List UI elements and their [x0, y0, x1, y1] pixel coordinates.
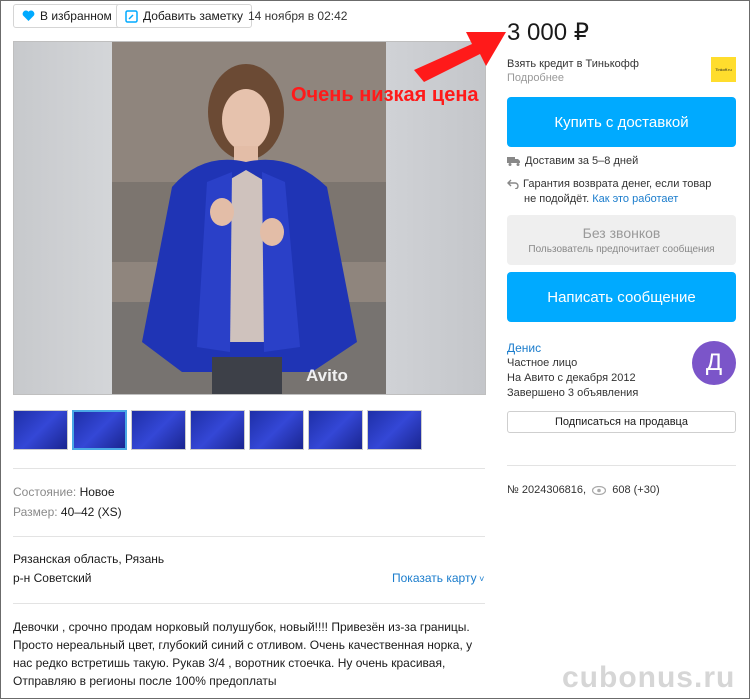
subscribe-seller-button[interactable]: Подписаться на продавца	[507, 411, 736, 433]
seller-since: На Авито с декабря 2012	[507, 372, 636, 384]
thumbnail[interactable]	[308, 410, 363, 450]
buy-with-delivery-button[interactable]: Купить с доставкой	[507, 97, 736, 147]
no-calls-subtitle: Пользователь предпочитает сообщения	[528, 244, 715, 255]
no-calls-title: Без звонков	[582, 225, 661, 241]
thumbnail[interactable]	[131, 410, 186, 450]
size-value: 40–42 (XS)	[60, 505, 122, 519]
credit-more-link[interactable]: Подробнее	[507, 72, 564, 84]
divider	[13, 603, 485, 604]
note-icon	[125, 9, 138, 23]
add-note-button[interactable]: Добавить заметку	[116, 4, 252, 28]
favorite-button[interactable]: В избранном	[13, 4, 121, 28]
write-message-button[interactable]: Написать сообщение	[507, 272, 736, 322]
condition-label: Состояние:	[13, 485, 77, 499]
description-line: Девочки , срочно продам норковый полушуб…	[13, 620, 470, 634]
location-district: р-н Советский	[13, 571, 92, 585]
description: Девочки , срочно продам норковый полушуб…	[13, 618, 488, 690]
chevron-down-icon: ˅	[476, 574, 485, 584]
return-arrow-icon	[507, 179, 519, 190]
divider	[13, 468, 485, 469]
seller-type: Частное лицо	[507, 357, 578, 369]
view-count: 608 (+30)	[612, 484, 660, 496]
post-date: 14 ноября в 02:42	[248, 9, 348, 23]
avito-watermark: Avito	[306, 366, 348, 385]
price: 3 000 ₽	[507, 19, 589, 46]
description-line: Отправляю в регионы после 100% предоплат…	[13, 674, 277, 688]
description-line: нас редко встретишь такую. Рукав 3/4 , в…	[13, 656, 446, 670]
show-map-label: Показать карту	[392, 571, 477, 585]
delivery-text: Доставим за 5–8 дней	[525, 155, 639, 167]
heart-icon	[22, 10, 35, 21]
annotation-text: Очень низкая цена	[291, 84, 479, 106]
description-line: Просто нереальный цвет, глубокий синий с…	[13, 638, 473, 652]
tinkoff-logo-text: Tinkoff.ru	[715, 67, 732, 72]
truck-icon	[507, 157, 520, 167]
location-region: Рязанская область, Рязань	[13, 552, 165, 566]
favorite-label: В избранном	[40, 9, 112, 23]
divider	[13, 536, 485, 537]
no-calls-box: Без звонков Пользователь предпочитает со…	[507, 215, 736, 265]
credit-text[interactable]: Взять кредит в Тинькофф	[507, 58, 639, 70]
thumbnail[interactable]	[13, 410, 68, 450]
divider	[507, 465, 736, 466]
thumbnail[interactable]	[190, 410, 245, 450]
red-arrow-icon	[414, 32, 506, 82]
add-note-label: Добавить заметку	[143, 9, 243, 23]
site-watermark: cubonus.ru	[562, 661, 736, 694]
size-label: Размер:	[13, 505, 58, 519]
thumbnail[interactable]	[249, 410, 304, 450]
thumbnail-strip	[13, 410, 422, 450]
thumbnail-selected[interactable]	[72, 410, 127, 450]
avatar[interactable]: Д	[692, 341, 736, 385]
how-it-works-link[interactable]: Как это работает	[592, 193, 678, 205]
guarantee-line2: не подойдёт.	[524, 193, 590, 205]
ad-number: № 2024306816,	[507, 484, 587, 496]
delivery-row: Доставим за 5–8 дней	[507, 155, 638, 167]
condition-row: Состояние: Новое	[13, 483, 115, 501]
ad-stats: № 2024306816, 608 (+30)	[507, 484, 660, 496]
photo-blur-left	[14, 42, 114, 394]
eye-icon	[592, 485, 607, 495]
thumbnail[interactable]	[367, 410, 422, 450]
seller-completed: Завершено 3 объявления	[507, 387, 639, 399]
guarantee-line1: Гарантия возврата денег, если товар	[523, 178, 712, 190]
condition-value: Новое	[79, 485, 115, 499]
size-row: Размер: 40–42 (XS)	[13, 503, 122, 521]
seller-name-link[interactable]: Денис	[507, 341, 541, 355]
show-map-link[interactable]: Показать карту ˅	[392, 569, 484, 588]
tinkoff-logo: Tinkoff.ru	[711, 57, 736, 82]
guarantee-row: Гарантия возврата денег, если товар не п…	[507, 177, 711, 207]
